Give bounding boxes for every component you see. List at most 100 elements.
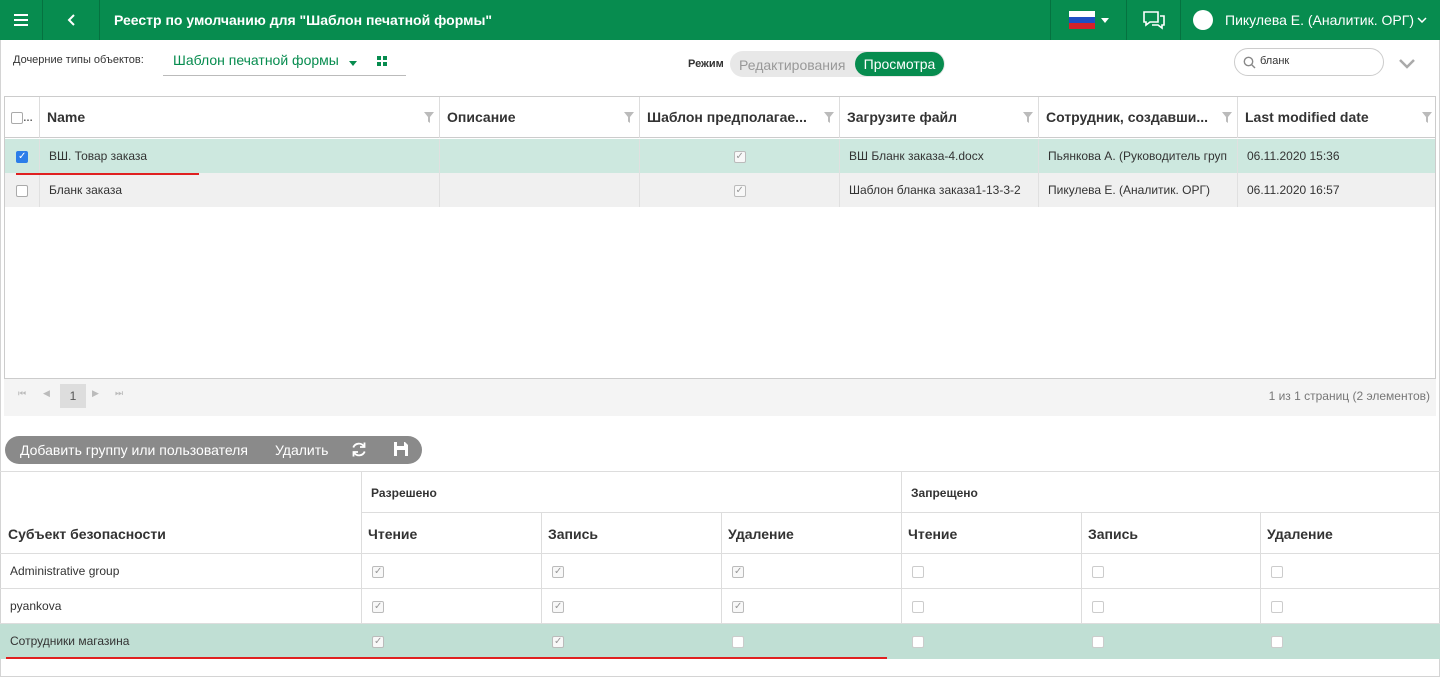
child-types-select[interactable]: Шаблон печатной формы — [173, 52, 339, 68]
chevron-down-icon — [1417, 17, 1427, 23]
permissions-toolbar: Добавить группу или пользователя Удалить — [5, 436, 422, 464]
subject-name: pyankova — [10, 599, 62, 613]
caret-down-icon — [1100, 17, 1109, 23]
cell-template: ✓ — [640, 139, 840, 173]
subject-name: Administrative group — [10, 564, 120, 578]
allowed-read-checkbox[interactable]: ✓ — [372, 601, 384, 613]
first-page-icon[interactable]: ⏮ — [18, 388, 26, 399]
page-number[interactable]: 1 — [60, 384, 86, 408]
denied-read-checkbox[interactable] — [912, 636, 924, 648]
select-all-checkbox[interactable] — [11, 112, 23, 125]
chevron-down-icon[interactable] — [1399, 59, 1415, 69]
denied-read-checkbox[interactable] — [912, 566, 924, 578]
denied-read-checkbox[interactable] — [912, 601, 924, 613]
allowed-write-header: Запись — [548, 526, 599, 542]
search-input[interactable]: бланк — [1234, 48, 1384, 76]
subject-column-header: Субъект безопасности — [8, 526, 166, 542]
filter-icon[interactable] — [424, 112, 434, 123]
row-select-cell: ✓ — [5, 139, 40, 173]
filter-icon[interactable] — [1023, 112, 1033, 123]
column-header-employee[interactable]: Сотрудник, создавши... — [1039, 97, 1238, 138]
avatar[interactable] — [1193, 10, 1213, 30]
filter-icon[interactable] — [1222, 112, 1232, 123]
grid-view-icon[interactable] — [377, 56, 387, 66]
denied-write-checkbox[interactable] — [1092, 566, 1104, 578]
filter-icon[interactable] — [1422, 112, 1432, 123]
permission-row[interactable]: pyankova ✓ ✓ ✓ — [0, 589, 1440, 624]
column-label: Name — [47, 109, 86, 125]
back-button[interactable] — [43, 0, 99, 40]
column-header-file[interactable]: Загрузите файл — [840, 97, 1039, 138]
cell-template: ✓ — [640, 173, 840, 207]
denied-write-checkbox[interactable] — [1092, 636, 1104, 648]
denied-delete-checkbox[interactable] — [1271, 636, 1283, 648]
page-title: Реестр по умолчанию для "Шаблон печатной… — [114, 12, 493, 28]
column-header-description[interactable]: Описание — [440, 97, 640, 138]
allowed-delete-checkbox[interactable]: ✓ — [732, 601, 744, 613]
allowed-delete-checkbox[interactable]: ✓ — [732, 566, 744, 578]
user-menu-toggle[interactable] — [1412, 0, 1432, 40]
delete-button[interactable]: Удалить — [275, 436, 328, 464]
chat-button[interactable] — [1127, 0, 1180, 40]
denied-group-header: Запрещено — [911, 486, 978, 500]
hamburger-icon — [14, 14, 28, 26]
denied-write-checkbox[interactable] — [1092, 601, 1104, 613]
search-icon — [1243, 56, 1256, 69]
denied-delete-header: Удаление — [1267, 526, 1333, 542]
allowed-read-checkbox[interactable]: ✓ — [372, 566, 384, 578]
column-label: Сотрудник, создавши... — [1046, 109, 1209, 125]
table-row[interactable]: Бланк заказа ✓ Шаблон бланка заказа1-13-… — [5, 173, 1435, 207]
filter-icon[interactable] — [824, 112, 834, 123]
cell-employee: Пьянкова А. (Руководитель груп — [1039, 139, 1238, 173]
child-types-label: Дочерние типы объектов: — [13, 54, 144, 66]
allowed-read-header: Чтение — [368, 526, 418, 542]
language-selector[interactable] — [1051, 0, 1126, 40]
cell-file[interactable]: ВШ Бланк заказа-4.docx — [840, 139, 1039, 173]
cell-modified: 06.11.2020 16:57 — [1247, 183, 1340, 197]
cell-description — [440, 173, 640, 207]
caret-down-icon[interactable] — [349, 61, 357, 66]
annotation-underline — [6, 657, 887, 659]
row-checkbox[interactable]: ✓ — [16, 150, 28, 163]
allowed-write-checkbox[interactable]: ✓ — [552, 601, 564, 613]
header-divider — [99, 0, 100, 40]
table-row[interactable]: ✓ ВШ. Товар заказа ✓ ВШ Бланк заказа-4.d… — [5, 139, 1435, 173]
denied-delete-checkbox[interactable] — [1271, 566, 1283, 578]
menu-button[interactable] — [0, 0, 42, 40]
allowed-write-checkbox[interactable]: ✓ — [552, 636, 564, 648]
russian-flag-icon — [1068, 11, 1095, 29]
allowed-write-checkbox[interactable]: ✓ — [552, 566, 564, 578]
chevron-left-icon — [67, 14, 75, 26]
allowed-group-header: Разрешено — [371, 486, 437, 500]
column-header-modified[interactable]: Last modified date — [1238, 97, 1435, 138]
user-name[interactable]: Пикулева Е. (Аналитик. ОРГ) — [1225, 0, 1414, 40]
refresh-icon[interactable] — [351, 441, 367, 458]
cell-name: ВШ. Товар заказа — [40, 139, 440, 173]
pager: ⏮ ◀ 1 ▶ ⏭ 1 из 1 страниц (2 элементов) — [4, 379, 1436, 416]
permission-row[interactable]: Administrative group ✓ ✓ ✓ — [0, 554, 1440, 589]
denied-delete-checkbox[interactable] — [1271, 601, 1283, 613]
denied-read-header: Чтение — [908, 526, 958, 542]
row-checkbox[interactable] — [16, 184, 28, 197]
template-checkbox: ✓ — [733, 184, 746, 197]
mode-view-option[interactable]: Просмотра — [855, 52, 944, 76]
next-page-icon[interactable]: ▶ — [92, 388, 99, 399]
cell-file[interactable]: Шаблон бланка заказа1-13-3-2 — [840, 173, 1039, 207]
allowed-delete-header: Удаление — [728, 526, 794, 542]
add-group-button[interactable]: Добавить группу или пользователя — [20, 436, 248, 464]
column-header-name[interactable]: Name — [40, 97, 440, 138]
last-page-icon[interactable]: ⏭ — [115, 388, 123, 399]
grid-header: … Name Описание Шаблон предполагае... За… — [5, 97, 1435, 138]
allowed-read-checkbox[interactable]: ✓ — [372, 636, 384, 648]
column-label: Шаблон предполагае... — [647, 109, 807, 125]
save-icon[interactable] — [394, 442, 408, 456]
column-header-template[interactable]: Шаблон предполагае... — [640, 97, 840, 138]
mode-edit-option[interactable]: Редактирования — [739, 57, 845, 73]
filter-icon[interactable] — [624, 112, 634, 123]
column-label: Описание — [447, 109, 516, 125]
permission-row[interactable]: Сотрудники магазина ✓ ✓ — [0, 624, 1440, 659]
allowed-delete-checkbox[interactable] — [732, 636, 744, 648]
cell-description — [440, 139, 640, 173]
prev-page-icon[interactable]: ◀ — [43, 388, 50, 399]
chat-icon — [1142, 11, 1165, 30]
